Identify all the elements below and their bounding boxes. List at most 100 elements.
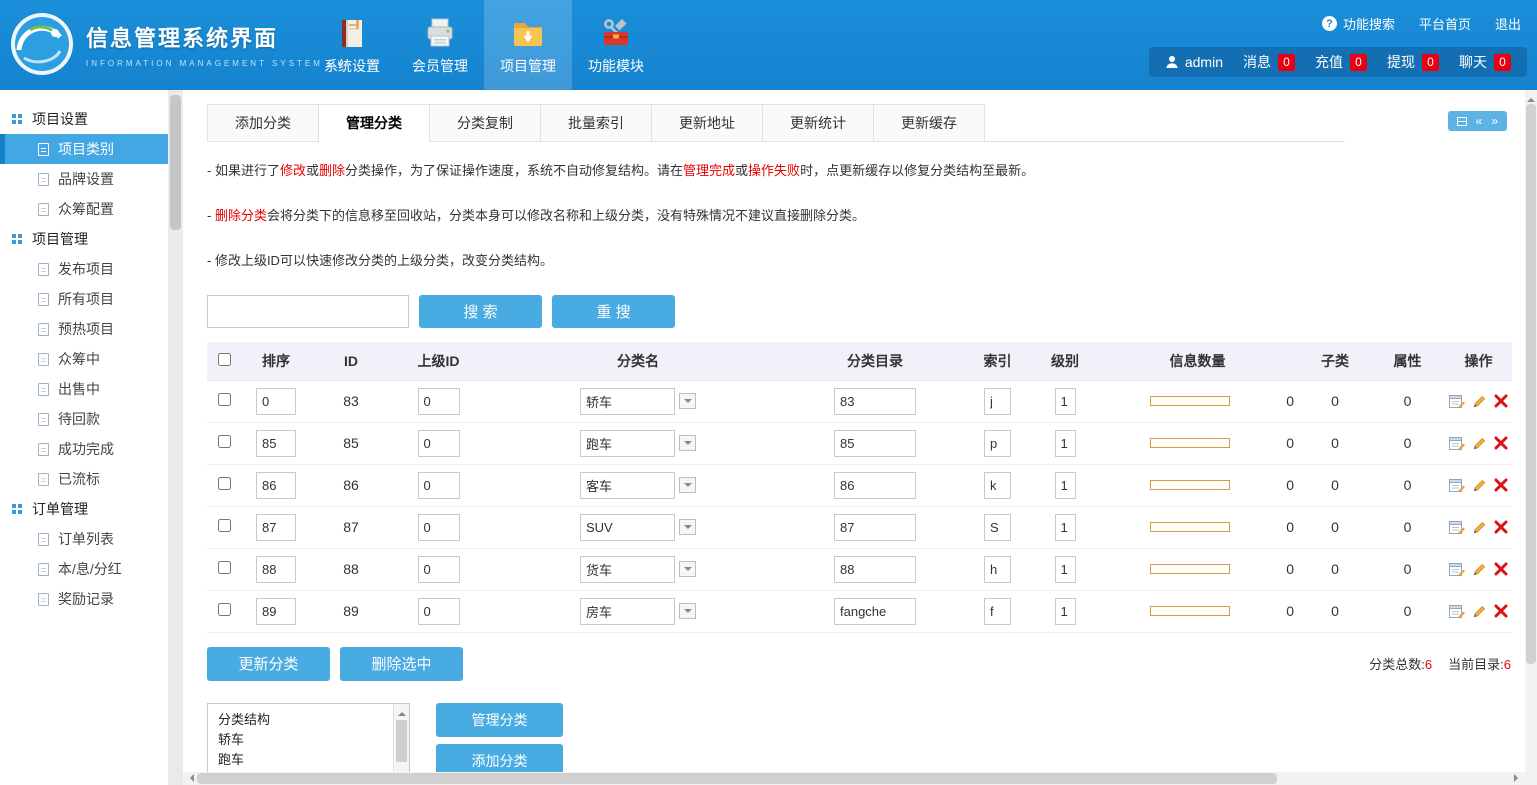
delete-x-icon[interactable] <box>1494 478 1508 492</box>
parent-id-input[interactable] <box>418 430 460 457</box>
category-structure-listbox[interactable]: 分类结构 轿车 跑车 客车 SUV <box>207 703 410 773</box>
category-dir-input[interactable] <box>834 388 916 415</box>
category-name-input[interactable] <box>580 472 675 499</box>
chat-link[interactable]: 聊天 0 <box>1459 52 1511 72</box>
category-name-input[interactable] <box>580 514 675 541</box>
name-picker-icon[interactable] <box>679 519 696 535</box>
name-picker-icon[interactable] <box>679 477 696 493</box>
level-input[interactable] <box>1055 388 1076 415</box>
delete-x-icon[interactable] <box>1494 394 1508 408</box>
edit-pencil-icon[interactable] <box>1472 562 1487 577</box>
research-button[interactable]: 重 搜 <box>552 295 675 328</box>
delete-x-icon[interactable] <box>1494 604 1508 618</box>
index-input[interactable] <box>984 388 1011 415</box>
category-dir-input[interactable] <box>834 514 916 541</box>
detail-edit-icon[interactable] <box>1449 394 1465 409</box>
sidebar-item-pending-repayment[interactable]: 待回款 <box>0 404 168 434</box>
category-name-input[interactable] <box>580 388 675 415</box>
vertical-scrollbar[interactable] <box>1525 90 1537 785</box>
scroll-left-icon[interactable] <box>186 774 194 782</box>
edit-pencil-icon[interactable] <box>1472 604 1487 619</box>
row-checkbox[interactable] <box>218 561 231 574</box>
row-checkbox[interactable] <box>218 393 231 406</box>
search-input[interactable] <box>207 295 409 328</box>
update-categories-button[interactable]: 更新分类 <box>207 647 330 681</box>
edit-pencil-icon[interactable] <box>1472 478 1487 493</box>
category-name-input[interactable] <box>580 430 675 457</box>
sidebar-group-order-management[interactable]: 订单管理 <box>0 494 168 524</box>
name-picker-icon[interactable] <box>679 435 696 451</box>
collapse-right-icon[interactable]: » <box>1491 114 1498 128</box>
nav-item-system-settings[interactable]: 系统设置 <box>308 0 396 90</box>
index-input[interactable] <box>984 598 1011 625</box>
parent-id-input[interactable] <box>418 388 460 415</box>
listbox-scrollbar[interactable] <box>393 704 409 773</box>
index-input[interactable] <box>984 556 1011 583</box>
name-picker-icon[interactable] <box>679 393 696 409</box>
parent-id-input[interactable] <box>418 598 460 625</box>
search-button[interactable]: 搜 索 <box>419 295 542 328</box>
sidebar-item-preheat-projects[interactable]: 预热项目 <box>0 314 168 344</box>
sort-input[interactable] <box>256 514 296 541</box>
sidebar-item-publish-project[interactable]: 发布项目 <box>0 254 168 284</box>
category-name-input[interactable] <box>580 556 675 583</box>
sidebar-item-project-category[interactable]: 项目类别 <box>0 134 168 164</box>
tab-update-address[interactable]: 更新地址 <box>652 104 763 142</box>
sidebar-group-project-settings[interactable]: 项目设置 <box>0 104 168 134</box>
sidebar-item-brand-settings[interactable]: 品牌设置 <box>0 164 168 194</box>
tab-add-category[interactable]: 添加分类 <box>207 104 319 142</box>
messages-link[interactable]: 消息 0 <box>1243 52 1295 72</box>
edit-pencil-icon[interactable] <box>1472 394 1487 409</box>
category-dir-input[interactable] <box>834 556 916 583</box>
detail-edit-icon[interactable] <box>1449 520 1465 535</box>
scroll-up-icon[interactable] <box>398 708 406 716</box>
list-item[interactable]: 跑车 <box>218 750 387 770</box>
account-user[interactable]: admin <box>1165 54 1223 70</box>
sidebar-item-completed[interactable]: 成功完成 <box>0 434 168 464</box>
level-input[interactable] <box>1055 430 1076 457</box>
recharge-link[interactable]: 充值 0 <box>1315 52 1367 72</box>
sidebar-scrollbar[interactable] <box>168 90 183 785</box>
level-input[interactable] <box>1055 472 1076 499</box>
nav-item-project-management[interactable]: 项目管理 <box>484 0 572 90</box>
edit-pencil-icon[interactable] <box>1472 520 1487 535</box>
sidebar-item-principal-interest[interactable]: 本/息/分红 <box>0 554 168 584</box>
sidebar-item-order-list[interactable]: 订单列表 <box>0 524 168 554</box>
delete-x-icon[interactable] <box>1494 436 1508 450</box>
sidebar-group-project-management[interactable]: 项目管理 <box>0 224 168 254</box>
sidebar-item-crowdfunding-config[interactable]: 众筹配置 <box>0 194 168 224</box>
tab-update-cache[interactable]: 更新缓存 <box>874 104 985 142</box>
delete-selected-button[interactable]: 删除选中 <box>340 647 463 681</box>
detail-edit-icon[interactable] <box>1449 562 1465 577</box>
sidebar-item-on-sale[interactable]: 出售中 <box>0 374 168 404</box>
detail-edit-icon[interactable] <box>1449 436 1465 451</box>
edit-pencil-icon[interactable] <box>1472 436 1487 451</box>
nav-item-function-modules[interactable]: 功能模块 <box>572 0 660 90</box>
collapse-left-icon[interactable]: « <box>1476 114 1483 128</box>
list-item[interactable]: 轿车 <box>218 730 387 750</box>
withdraw-link[interactable]: 提现 0 <box>1387 52 1439 72</box>
function-search-link[interactable]: 功能搜索 <box>1322 14 1395 33</box>
index-input[interactable] <box>984 514 1011 541</box>
category-name-input[interactable] <box>580 598 675 625</box>
list-item[interactable]: 分类结构 <box>218 710 387 730</box>
level-input[interactable] <box>1055 514 1076 541</box>
detail-edit-icon[interactable] <box>1449 478 1465 493</box>
logout-link[interactable]: 退出 <box>1495 14 1521 33</box>
scroll-right-icon[interactable] <box>1514 774 1522 782</box>
tab-batch-index[interactable]: 批量索引 <box>541 104 652 142</box>
name-picker-icon[interactable] <box>679 603 696 619</box>
index-input[interactable] <box>984 430 1011 457</box>
level-input[interactable] <box>1055 556 1076 583</box>
name-picker-icon[interactable] <box>679 561 696 577</box>
add-category-button[interactable]: 添加分类 <box>436 744 563 773</box>
horizontal-scrollbar[interactable] <box>183 772 1525 785</box>
sidebar-item-failed[interactable]: 已流标 <box>0 464 168 494</box>
listbox-scrollbar-thumb[interactable] <box>396 720 407 762</box>
sort-input[interactable] <box>256 472 296 499</box>
sort-input[interactable] <box>256 430 296 457</box>
nav-item-member-management[interactable]: 会员管理 <box>396 0 484 90</box>
parent-id-input[interactable] <box>418 556 460 583</box>
sidebar-scrollbar-thumb[interactable] <box>170 95 181 230</box>
sort-input[interactable] <box>256 388 296 415</box>
